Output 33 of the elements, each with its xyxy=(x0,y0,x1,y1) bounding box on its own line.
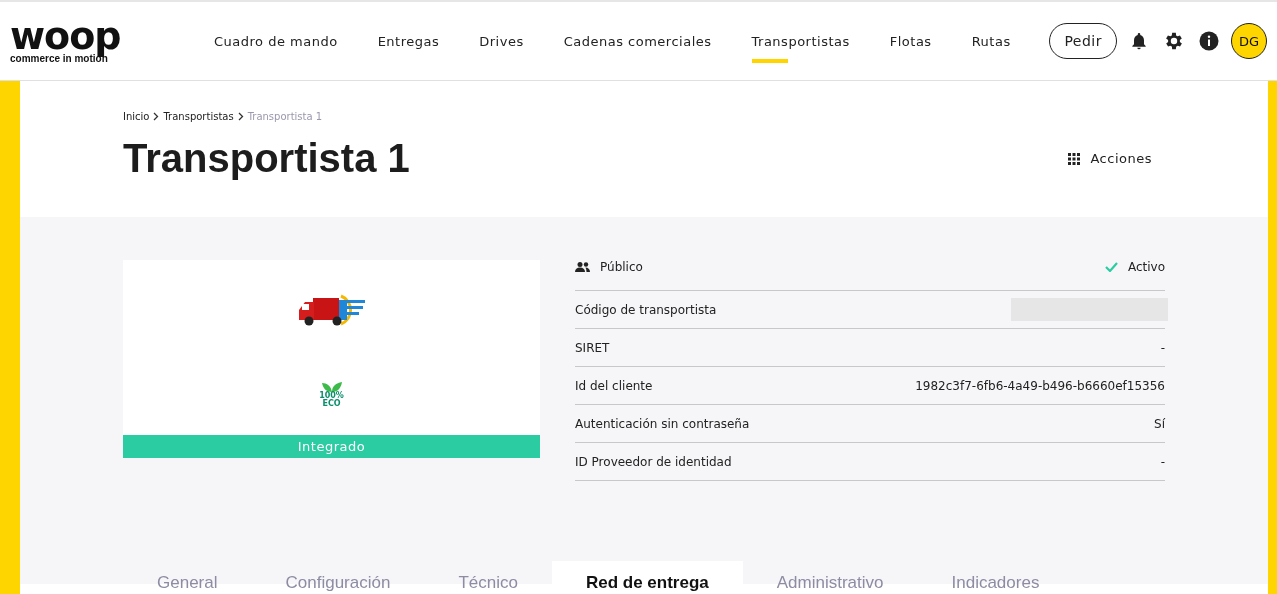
eco-percent: 100% xyxy=(319,392,344,400)
page-title: Transportista 1 xyxy=(123,136,410,181)
field-label: Id del cliente xyxy=(575,378,653,393)
field-label: Autenticación sin contraseña xyxy=(575,416,750,431)
breadcrumb-link[interactable]: Inicio xyxy=(123,111,150,122)
nav-link[interactable]: Rutas xyxy=(951,2,1031,80)
chevron-right-icon xyxy=(153,112,160,121)
user-avatar[interactable]: DG xyxy=(1231,23,1267,59)
field-value: - xyxy=(1160,340,1165,355)
nav-link[interactable]: Flotas xyxy=(869,2,952,80)
nav-link[interactable]: Cuadro de mando xyxy=(194,2,358,80)
field-value: - xyxy=(1160,454,1165,469)
chevron-right-icon xyxy=(237,112,244,121)
visibility-label: Público xyxy=(600,260,643,274)
field-label: ID Proveedor de identidad xyxy=(575,454,732,469)
nav-link[interactable]: Drives xyxy=(459,2,544,80)
actions-button[interactable]: Acciones xyxy=(1062,150,1158,167)
field-value: 1982c3f7-6fb6-4a49-b496-b6660ef15356 xyxy=(915,378,1165,393)
status-label: Activo xyxy=(1127,260,1165,274)
nav-link[interactable]: Entregas xyxy=(357,2,460,80)
status-bar: Integrado xyxy=(123,435,540,458)
field-label: SIRET xyxy=(575,340,610,355)
breadcrumb-link[interactable]: Transportistas xyxy=(163,111,234,122)
info-icon[interactable] xyxy=(1197,29,1221,53)
order-button[interactable]: Pedir xyxy=(1049,23,1117,59)
nav-link[interactable]: Transportistas xyxy=(731,2,870,80)
grid-icon xyxy=(1068,152,1081,165)
field-value: Sí xyxy=(1154,416,1165,431)
nav-link[interactable]: Cadenas comerciales xyxy=(543,2,732,80)
people-icon xyxy=(575,262,590,272)
leaf-icon xyxy=(321,382,342,392)
eco-label: ECO xyxy=(322,400,341,408)
field-label: Código de transportista xyxy=(575,302,717,317)
